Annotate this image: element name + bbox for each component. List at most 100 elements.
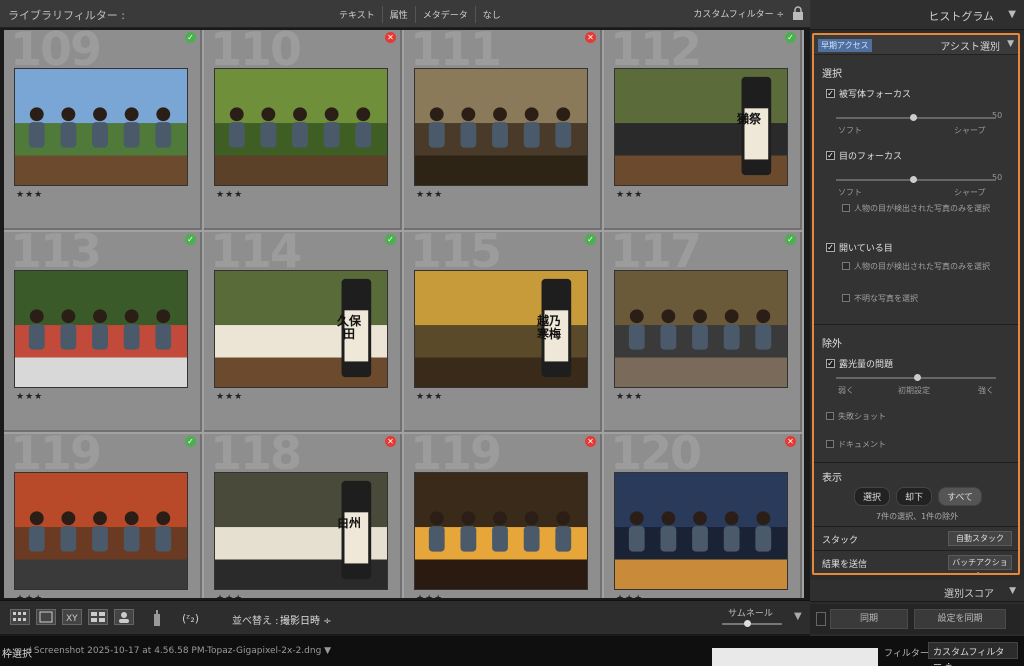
toolbar-menu-chevron-icon[interactable]: ▼ <box>794 611 802 622</box>
display-selected-button[interactable]: 選択 <box>854 487 891 506</box>
filter-tab-metadata[interactable]: メタデータ <box>414 6 475 23</box>
star-rating[interactable]: ★★★ <box>616 190 643 200</box>
pick-flag-icon[interactable]: ✓ <box>185 234 196 245</box>
collapse-icon[interactable]: ▼ <box>1009 586 1016 596</box>
survey-view-button[interactable] <box>88 609 108 625</box>
star-rating[interactable]: ★★★ <box>416 594 443 598</box>
display-rejected-button[interactable]: 却下 <box>896 487 933 506</box>
grid-cell[interactable]: 113 ✓ ★★★ <box>4 232 202 432</box>
photo-thumbnail[interactable]: 久保田 <box>214 270 388 388</box>
grid-cell[interactable]: 114 ✓ 久保田 ★★★ <box>204 232 402 432</box>
grid-cell[interactable]: 119✕ ★★★ <box>404 434 602 598</box>
sync-button[interactable]: 同期 <box>830 609 908 629</box>
assist-collapse-icon[interactable]: ▼ <box>1007 39 1014 49</box>
auto-stack-button[interactable]: 自動スタック <box>948 531 1012 546</box>
spray-can-icon[interactable] <box>152 609 162 627</box>
eye-focus-slider[interactable] <box>836 176 996 183</box>
subject-focus-checkbox[interactable]: ✓ 被写体フォーカス <box>826 87 911 100</box>
star-rating[interactable]: ★★★ <box>216 392 243 402</box>
pick-flag-icon[interactable]: ✓ <box>185 436 196 447</box>
grid-cell[interactable]: 109 ✓ ★★★ <box>4 30 202 230</box>
assist-header[interactable]: 早期アクセス アシスト選別 ▼ <box>814 35 1018 55</box>
pick-flag-icon[interactable]: ✓ <box>185 32 196 43</box>
checkbox[interactable] <box>842 204 850 212</box>
current-file-path[interactable]: / Screenshot 2025-10-17 at 4.56.58 PM-To… <box>28 646 331 656</box>
sort-dropdown[interactable]: 撮影日時 ÷ <box>280 612 332 627</box>
photo-thumbnail[interactable] <box>614 472 788 590</box>
star-rating[interactable]: ★★★ <box>616 594 643 598</box>
pick-flag-icon[interactable]: ✓ <box>785 234 796 245</box>
grid-cell[interactable]: 110 ✕ ★★★ <box>204 30 402 230</box>
photo-thumbnail[interactable]: 白州 <box>214 472 388 590</box>
filter-tab-none[interactable]: なし <box>474 6 508 23</box>
star-rating[interactable]: ★★★ <box>16 190 43 200</box>
slider-knob[interactable] <box>910 176 917 183</box>
sync-settings-button[interactable]: 設定を同期 <box>914 609 1006 629</box>
batch-action-button[interactable]: バッチアクション <box>948 555 1012 573</box>
exposure-slider[interactable] <box>836 374 996 381</box>
photo-thumbnail[interactable] <box>14 270 188 388</box>
reject-flag-icon[interactable]: ✕ <box>385 32 396 43</box>
grid-cell[interactable]: 117 ✓ ★★★ <box>604 232 802 432</box>
grid-cell[interactable]: 112 ✓ 獺祭 ★★★ <box>604 30 802 230</box>
grid-view-button[interactable] <box>10 609 30 625</box>
checkbox[interactable] <box>842 294 850 302</box>
filter-dropdown[interactable]: カスタムフィルター ÷ <box>928 642 1018 666</box>
checkbox[interactable] <box>826 440 834 448</box>
slider-knob[interactable] <box>914 374 921 381</box>
reject-flag-icon[interactable]: ✕ <box>585 436 596 447</box>
open-eyes-checkbox[interactable]: ✓ 開いている目 <box>826 241 893 254</box>
star-rating[interactable]: ★★★ <box>16 392 43 402</box>
slider-knob[interactable] <box>744 620 751 627</box>
checkbox[interactable] <box>826 412 834 420</box>
unknown-photos-option[interactable]: 不明な写真を選択 <box>842 293 918 304</box>
star-rating[interactable]: ★★★ <box>216 594 243 598</box>
document-option[interactable]: ドキュメント <box>826 439 886 450</box>
grid-cell[interactable]: 111 ✕ ★★★ <box>404 30 602 230</box>
thumbnail-size-slider[interactable] <box>722 620 782 627</box>
collapse-icon[interactable]: ▼ <box>1008 9 1016 20</box>
photo-thumbnail[interactable]: 獺祭 <box>614 68 788 186</box>
grid-cell[interactable]: 115 ✓ 越乃寒梅 ★★★ <box>404 232 602 432</box>
display-all-button[interactable]: すべて <box>938 487 983 506</box>
star-rating[interactable]: ★★★ <box>416 190 443 200</box>
star-rating[interactable]: ★★★ <box>616 392 643 402</box>
photo-thumbnail[interactable] <box>614 270 788 388</box>
exposure-checkbox[interactable]: ✓ 露光量の問題 <box>826 357 893 370</box>
photo-thumbnail[interactable] <box>414 68 588 186</box>
compare-view-button[interactable]: XY <box>62 609 82 625</box>
reject-flag-icon[interactable]: ✕ <box>785 436 796 447</box>
select-score-header[interactable]: 選別スコア ▼ <box>810 580 1024 602</box>
photo-thumbnail[interactable] <box>14 68 188 186</box>
filter-tab-attribute[interactable]: 属性 <box>381 6 415 23</box>
star-rating[interactable]: ★★★ <box>216 190 243 200</box>
slider-knob[interactable] <box>910 114 917 121</box>
reject-flag-icon[interactable]: ✕ <box>585 32 596 43</box>
failed-shots-option[interactable]: 失敗ショット <box>826 411 886 422</box>
people-view-button[interactable] <box>114 609 134 625</box>
photo-thumbnail[interactable] <box>214 68 388 186</box>
star-rating[interactable]: ★★★ <box>16 594 43 598</box>
checkbox[interactable] <box>842 262 850 270</box>
pick-flag-icon[interactable]: ✓ <box>585 234 596 245</box>
grid-cell[interactable]: 118✕ 白州★★★ <box>204 434 402 598</box>
pick-flag-icon[interactable]: ✓ <box>385 234 396 245</box>
photo-thumbnail[interactable] <box>414 472 588 590</box>
pick-flag-icon[interactable]: ✓ <box>785 32 796 43</box>
eye-detected-only-option[interactable]: 人物の目が検出された写真のみを選択 <box>842 203 992 214</box>
star-rating[interactable]: ★★★ <box>416 392 443 402</box>
custom-filter-dropdown[interactable]: カスタムフィルター ÷ <box>693 7 784 20</box>
photo-thumbnail[interactable] <box>14 472 188 590</box>
filter-tab-text[interactable]: テキスト <box>332 6 382 23</box>
reject-flag-icon[interactable]: ✕ <box>385 436 396 447</box>
sync-switch[interactable] <box>816 612 826 626</box>
photo-thumbnail[interactable]: 越乃寒梅 <box>414 270 588 388</box>
sort-direction-icon[interactable]: (ᶻ₂) <box>182 609 222 627</box>
lock-icon[interactable] <box>792 6 804 20</box>
subject-focus-slider[interactable] <box>836 114 996 121</box>
open-eyes-detected-option[interactable]: 人物の目が検出された写真のみを選択 <box>842 261 992 272</box>
histogram-header[interactable]: ヒストグラム ▼ <box>810 0 1024 30</box>
loupe-view-button[interactable] <box>36 609 56 625</box>
grid-cell[interactable]: 120✕ ★★★ <box>604 434 802 598</box>
grid-cell[interactable]: 119✓ ★★★ <box>4 434 202 598</box>
